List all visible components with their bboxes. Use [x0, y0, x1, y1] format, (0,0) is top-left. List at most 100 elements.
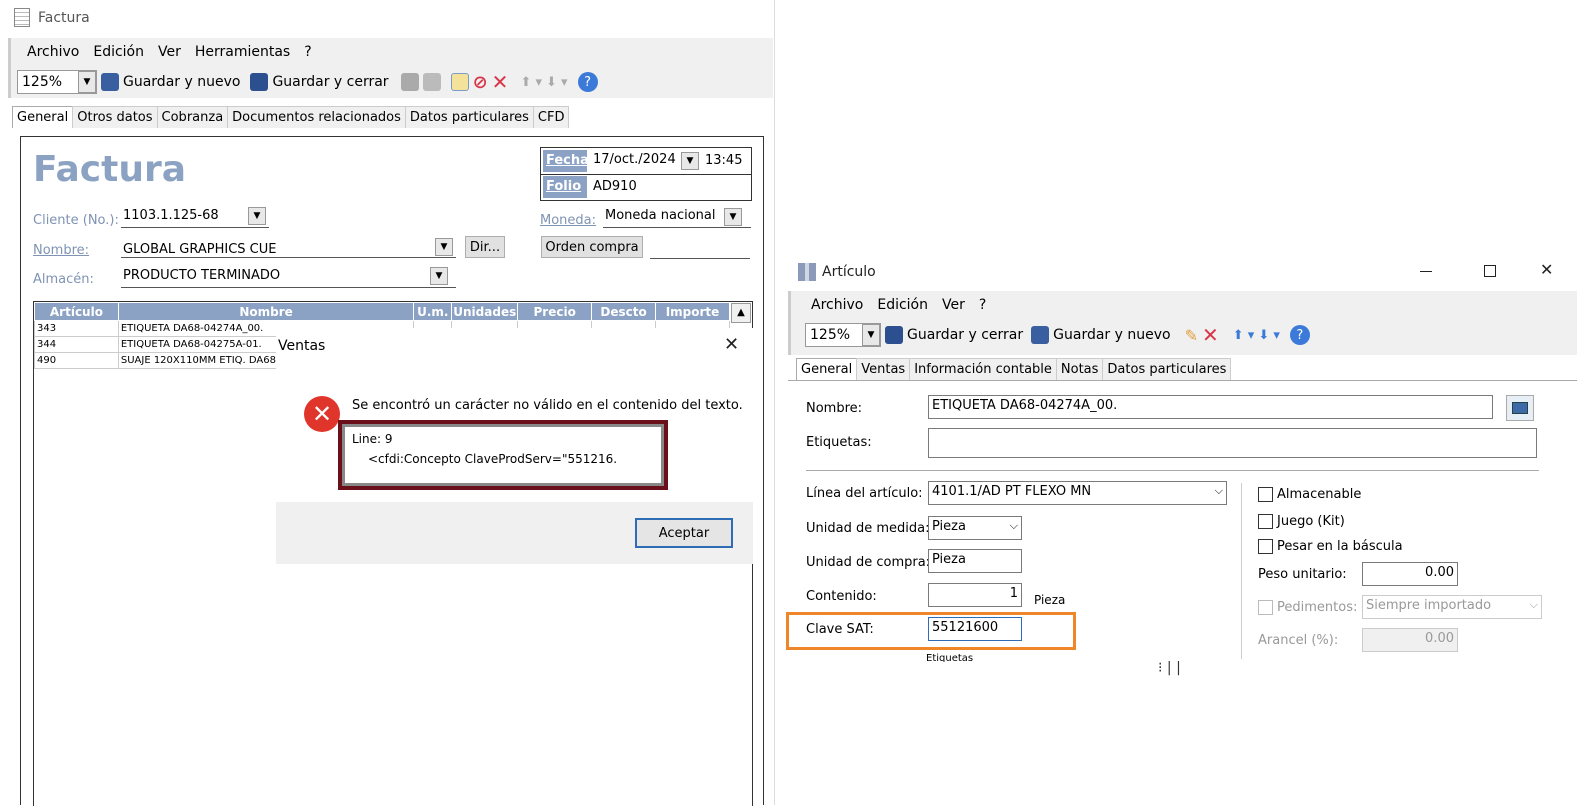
almacen-dropdown-icon[interactable]: ▼ [430, 267, 448, 285]
col-unidades[interactable]: Unidades [451, 302, 519, 321]
dialog-title: Ventas [278, 338, 326, 354]
arancel-input[interactable]: 0.00 [1362, 628, 1458, 652]
unidad-compra-input[interactable]: Pieza [928, 549, 1022, 573]
fecha-dropdown-icon[interactable]: ▼ [681, 152, 699, 170]
col-importe[interactable]: Importe [655, 302, 730, 321]
menu-edicion[interactable]: Edición [93, 44, 144, 60]
pesar-checkbox[interactable]: Pesar en la báscula [1258, 539, 1403, 554]
tab-datos-particulares[interactable]: Datos particulares [1102, 358, 1232, 380]
tab-ventas[interactable]: Ventas [856, 358, 911, 380]
etiquetas-input[interactable] [928, 428, 1537, 458]
cancel-icon[interactable]: ⊘ [473, 72, 488, 93]
linea-select[interactable]: 4101.1/AD PT FLEXO MN ⌵ [928, 481, 1227, 505]
pedimentos-checkbox[interactable]: Pedimentos: [1258, 600, 1357, 615]
hora-value[interactable]: 13:45 [705, 153, 742, 168]
save-new-icon[interactable] [101, 73, 119, 91]
close-icon[interactable]: ✕ [724, 334, 739, 355]
tab-notas[interactable]: Notas [1055, 358, 1104, 380]
arrow-down-icon[interactable]: ⬇ ▾ [546, 75, 568, 90]
chevron-down-icon[interactable]: ▼ [78, 71, 96, 93]
cell-articulo[interactable]: 490 [34, 352, 119, 369]
tab-general[interactable]: General [12, 106, 74, 128]
save-new-icon[interactable] [1031, 326, 1050, 344]
save-new-button[interactable]: Guardar y nuevo [123, 74, 240, 90]
nombre-dropdown-icon[interactable]: ▼ [435, 238, 453, 256]
edit-pencil-icon[interactable] [450, 73, 469, 91]
arrow-up-icon[interactable]: ⬆ ▾ [520, 75, 542, 90]
tab-otros-datos[interactable]: Otros datos [72, 106, 158, 128]
delete-icon[interactable]: ✕ [1202, 323, 1219, 347]
almacen-field[interactable]: PRODUCTO TERMINADO [121, 268, 456, 288]
menu-ver[interactable]: Ver [158, 44, 181, 60]
grid-scroll-up-icon[interactable]: ▲ [731, 303, 751, 323]
save-new-button[interactable]: Guardar y nuevo [1053, 327, 1170, 343]
tab-documentos-relacionados[interactable]: Documentos relacionados [227, 106, 406, 128]
checkbox[interactable] [1258, 487, 1273, 502]
clave-sat-input[interactable]: 55121600 [928, 617, 1022, 641]
menu-help[interactable]: ? [979, 297, 986, 313]
arrow-up-icon[interactable]: ⬆ ▾ [1233, 328, 1255, 343]
print-preview-icon[interactable] [422, 73, 441, 91]
tab-datos-particulares[interactable]: Datos particulares [404, 106, 534, 128]
dir-button[interactable]: Dir... [465, 236, 505, 258]
menu-edicion[interactable]: Edición [877, 297, 928, 313]
orden-compra-button[interactable]: Orden compra [541, 236, 643, 258]
folio-label: Folio [543, 176, 587, 198]
tab-content-border [788, 380, 1577, 381]
nombre-field[interactable]: GLOBAL GRAPHICS CUE [121, 238, 456, 258]
help-icon[interactable]: ? [1289, 325, 1310, 345]
juego-checkbox[interactable]: Juego (Kit) [1258, 514, 1345, 529]
cliente-dropdown-icon[interactable]: ▼ [248, 207, 266, 225]
arrow-down-icon[interactable]: ⬇ ▾ [1258, 328, 1280, 343]
moneda-dropdown-icon[interactable]: ▼ [724, 208, 742, 226]
cell-articulo[interactable]: 343 [34, 320, 119, 337]
save-close-button[interactable]: Guardar y cerrar [907, 327, 1023, 343]
unidad-medida-select[interactable]: Pieza ⌵ [928, 516, 1022, 540]
folio-value[interactable]: AD910 [593, 179, 637, 194]
checkbox[interactable] [1258, 539, 1273, 554]
maximize-icon[interactable] [1484, 265, 1496, 277]
cell-articulo[interactable]: 344 [34, 336, 119, 353]
col-descto[interactable]: Descto [591, 302, 657, 321]
aceptar-button[interactable]: Aceptar [635, 518, 733, 548]
delete-icon[interactable]: ✕ [492, 70, 509, 94]
save-close-button[interactable]: Guardar y cerrar [272, 74, 388, 90]
menu-archivo[interactable]: Archivo [27, 44, 79, 60]
chevron-down-icon[interactable]: ▼ [862, 324, 880, 346]
section-divider [806, 470, 1539, 471]
menu-archivo[interactable]: Archivo [811, 297, 863, 313]
col-nombre[interactable]: Nombre [117, 302, 415, 321]
almacenable-checkbox[interactable]: Almacenable [1258, 487, 1361, 502]
close-icon[interactable]: ✕ [1540, 260, 1553, 279]
col-um[interactable]: U.m. [413, 302, 453, 321]
zoom-select[interactable]: 125% ▼ [17, 70, 97, 94]
cliente-label: Cliente (No.): [33, 213, 119, 228]
help-icon[interactable]: ? [577, 72, 598, 92]
print-icon[interactable] [400, 73, 419, 91]
menu-ver[interactable]: Ver [942, 297, 965, 313]
orden-compra-field[interactable] [650, 258, 750, 259]
nombre-input[interactable]: ETIQUETA DA68-04274A_00. [928, 395, 1493, 419]
menu-herramientas[interactable]: Herramientas [195, 44, 290, 60]
peso-input[interactable]: 0.00 [1362, 562, 1458, 586]
error-message: Se encontró un carácter no válido en el … [352, 398, 743, 413]
save-close-icon[interactable] [885, 326, 903, 344]
pedimentos-select[interactable]: Siempre importado ⌵ [1362, 595, 1542, 619]
cliente-field[interactable]: 1103.1.125-68 [121, 208, 269, 228]
save-close-icon[interactable] [250, 73, 269, 91]
contenido-input[interactable]: 1 [928, 583, 1022, 607]
checkbox[interactable] [1258, 600, 1273, 615]
tab-informacion-contable[interactable]: Información contable [909, 358, 1057, 380]
image-button[interactable] [1506, 395, 1534, 421]
zoom-select[interactable]: 125% ▼ [805, 323, 881, 347]
edit-pencil-icon[interactable]: ✎ [1185, 326, 1198, 345]
col-precio[interactable]: Precio [517, 302, 593, 321]
menu-help[interactable]: ? [304, 44, 311, 60]
tab-general[interactable]: General [796, 358, 858, 380]
tab-cobranza[interactable]: Cobranza [156, 106, 229, 128]
col-articulo[interactable]: Artículo [34, 302, 119, 321]
tab-cfd[interactable]: CFD [532, 106, 570, 128]
minimize-icon[interactable] [1420, 271, 1432, 272]
fecha-value[interactable]: 17/oct./2024 [593, 152, 676, 167]
checkbox[interactable] [1258, 514, 1273, 529]
